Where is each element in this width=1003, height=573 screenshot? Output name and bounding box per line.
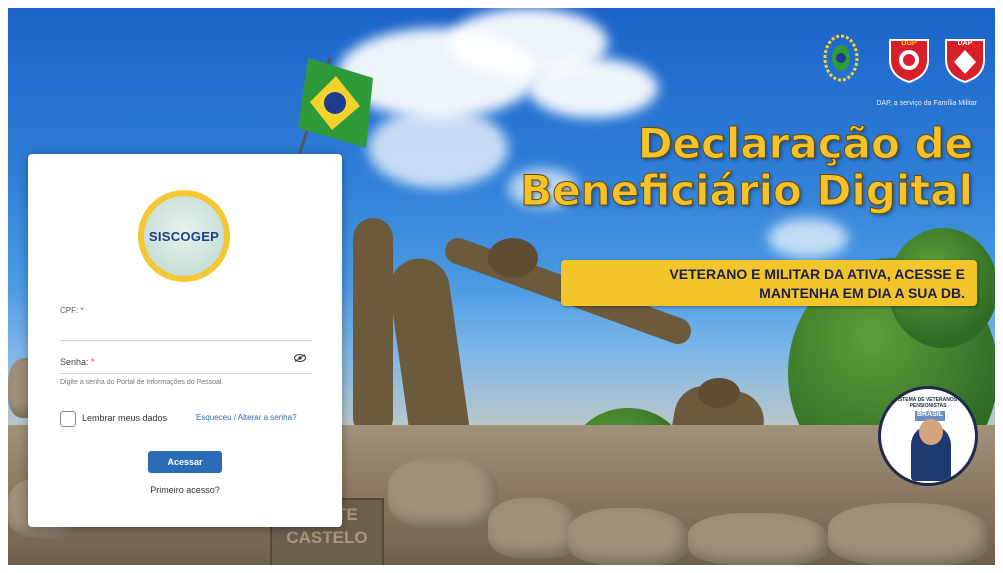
dgp-label: DGP: [901, 40, 917, 47]
dap-shield-icon: DAP: [944, 30, 986, 84]
call-to-action-banner: VETERANO E MILITAR DA ATIVA, ACESSE E MA…: [561, 260, 977, 306]
rock: [688, 513, 828, 565]
password-underline: [60, 373, 312, 374]
banner-line1: VETERANO E MILITAR DA ATIVA, ACESSE E: [669, 266, 965, 282]
army-emblem-icon: [823, 34, 859, 82]
submit-button[interactable]: Acessar: [148, 451, 222, 473]
seal-text: SISTEMA DE VETERANOS E PENSIONISTAS: [894, 397, 962, 409]
rock: [568, 508, 688, 565]
cloud: [528, 58, 658, 118]
rock: [828, 503, 988, 565]
required-mark: *: [80, 306, 84, 315]
password-label: Senha: *: [60, 357, 95, 367]
dgp-shield-icon: DGP: [888, 30, 930, 84]
hero-title-line2: Beneficiário Digital: [520, 166, 974, 215]
hero-title: Declaração de Beneficiário Digital: [520, 119, 974, 215]
cloud: [368, 108, 508, 188]
required-mark: *: [91, 357, 95, 367]
cpf-label-text: CPF:: [60, 306, 79, 315]
statue-helmet: [488, 238, 538, 278]
siscogep-logo: SISCOGEP: [138, 190, 230, 282]
password-hint: Digite a senha do Portal de Informações …: [60, 379, 224, 386]
show-password-eye-icon[interactable]: [294, 354, 306, 362]
remember-checkbox[interactable]: [60, 411, 76, 427]
statue-helmet: [698, 378, 740, 408]
seal-face: [919, 419, 943, 445]
cpf-underline: [60, 340, 312, 341]
banner-line2: MANTENHA EM DIA A SUA DB.: [759, 285, 965, 301]
statue-figure: [353, 218, 393, 438]
first-access-link[interactable]: Primeiro acesso?: [28, 485, 342, 495]
hero-title-line1: Declaração de: [637, 119, 973, 168]
dap-caption: DAP, a serviço da Família Militar: [876, 100, 977, 107]
rock: [488, 498, 578, 558]
dap-label: DAP: [957, 40, 973, 47]
cpf-label: CPF: *: [60, 306, 84, 315]
rock: [388, 458, 498, 528]
forgot-password-link[interactable]: Esqueceu / Alterar a senha?: [196, 413, 297, 422]
password-input[interactable]: [118, 352, 288, 370]
background-scene: MONTE CASTELO DGP DAP DAP, a serviço da …: [8, 8, 995, 565]
statue-figure: [385, 254, 471, 442]
siscogep-logo-text: SISCOGEP: [148, 229, 220, 244]
remember-label[interactable]: Lembrar meus dados: [82, 413, 167, 423]
cpf-input[interactable]: [60, 318, 312, 338]
login-card: SISCOGEP CPF: * Senha: * Digite a senha …: [28, 154, 342, 527]
cloud: [768, 218, 848, 258]
password-label-text: Senha:: [60, 357, 89, 367]
veterans-seal: SISTEMA DE VETERANOS E PENSIONISTAS BRAS…: [878, 386, 978, 486]
